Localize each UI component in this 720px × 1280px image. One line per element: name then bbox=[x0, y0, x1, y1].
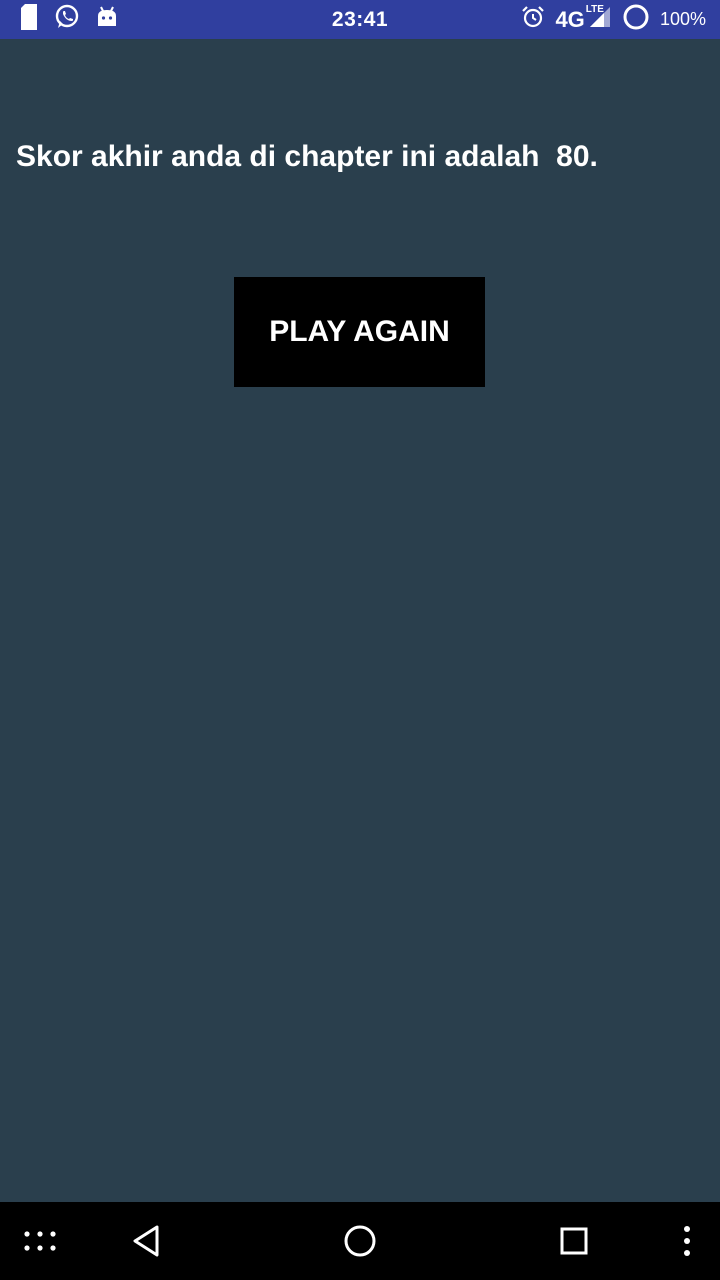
back-icon[interactable] bbox=[106, 1202, 186, 1280]
network-type: 4G LTE bbox=[555, 4, 612, 34]
home-icon[interactable] bbox=[320, 1202, 400, 1280]
navigation-bar bbox=[0, 1202, 720, 1280]
status-right-icons: 4G LTE 100% bbox=[521, 3, 706, 36]
status-bar: 23:41 4G LTE 100% bbox=[0, 0, 720, 39]
battery-percentage: 100% bbox=[659, 9, 706, 29]
network-sub-label: LTE bbox=[585, 4, 604, 15]
more-vert-icon[interactable] bbox=[647, 1202, 720, 1280]
network-label: 4G bbox=[555, 6, 585, 32]
game-over-screen: Skor akhir anda di chapter ini adalah 80… bbox=[0, 39, 720, 1202]
play-again-button[interactable]: PLAY AGAIN bbox=[234, 277, 485, 387]
final-score-message: Skor akhir anda di chapter ini adalah 80… bbox=[16, 140, 598, 173]
apps-grid-icon[interactable] bbox=[0, 1202, 80, 1280]
alarm-icon bbox=[521, 5, 545, 34]
circle-status-icon bbox=[622, 3, 650, 36]
recents-icon[interactable] bbox=[534, 1202, 614, 1280]
